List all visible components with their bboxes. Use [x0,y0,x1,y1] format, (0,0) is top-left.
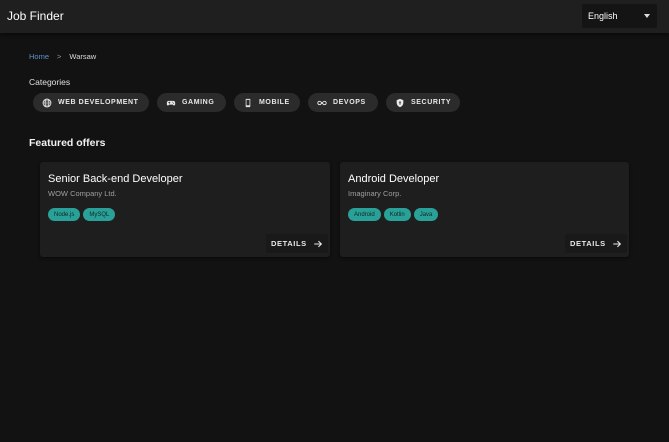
chip-label: WEB DEVELOPMENT [58,99,139,106]
tag: Node.js [48,208,81,221]
offer-company: WOW Company Ltd. [48,189,117,198]
app-title: Job Finder [7,9,64,23]
offer-company: Imaginary Corp. [348,189,402,198]
breadcrumb-separator: > [57,52,62,61]
chip-label: DEVOPS [333,99,366,106]
language-select-value: English [588,11,618,21]
chip-label: GAMING [182,99,215,106]
chip-label: MOBILE [259,99,290,106]
tag: Java [413,208,439,221]
categories-label: Categories [29,77,71,87]
caret-down-icon [644,14,650,18]
offer-card[interactable]: Android Developer Imaginary Corp. Androi… [340,162,629,257]
details-button[interactable]: DETAILS [565,234,627,253]
offer-tags: Android Kotlin Java [348,208,439,221]
chip-label: SECURITY [411,99,452,106]
chip-web-development[interactable]: WEB DEVELOPMENT [33,93,149,112]
offer-card[interactable]: Senior Back-end Developer WOW Company Lt… [40,162,330,257]
details-label: DETAILS [271,239,307,248]
globe-icon [42,98,52,107]
chip-security[interactable]: SECURITY [386,93,460,112]
breadcrumb: Home > Warsaw [29,52,96,61]
gamepad-icon [166,100,176,105]
details-label: DETAILS [570,239,606,248]
phone-icon [245,98,251,107]
arrow-right-icon [313,240,322,247]
infinity-icon [317,100,327,105]
details-button[interactable]: DETAILS [266,234,328,253]
featured-offers-title: Featured offers [29,137,106,149]
tag: Kotlin [383,208,411,221]
breadcrumb-current: Warsaw [69,52,97,61]
chip-mobile[interactable]: MOBILE [234,93,300,112]
language-select[interactable]: English [582,4,657,28]
tag: Android [348,208,381,221]
shield-icon [396,98,404,107]
offer-tags: Node.js MySQL [48,208,116,221]
chip-devops[interactable]: DEVOPS [308,93,378,112]
offer-title: Senior Back-end Developer [48,173,183,185]
offer-title: Android Developer [348,173,440,185]
chip-gaming[interactable]: GAMING [157,93,226,112]
tag: MySQL [83,208,116,221]
app-bar: Job Finder English [0,0,669,33]
breadcrumb-home-link[interactable]: Home [29,52,49,61]
arrow-right-icon [612,240,621,247]
